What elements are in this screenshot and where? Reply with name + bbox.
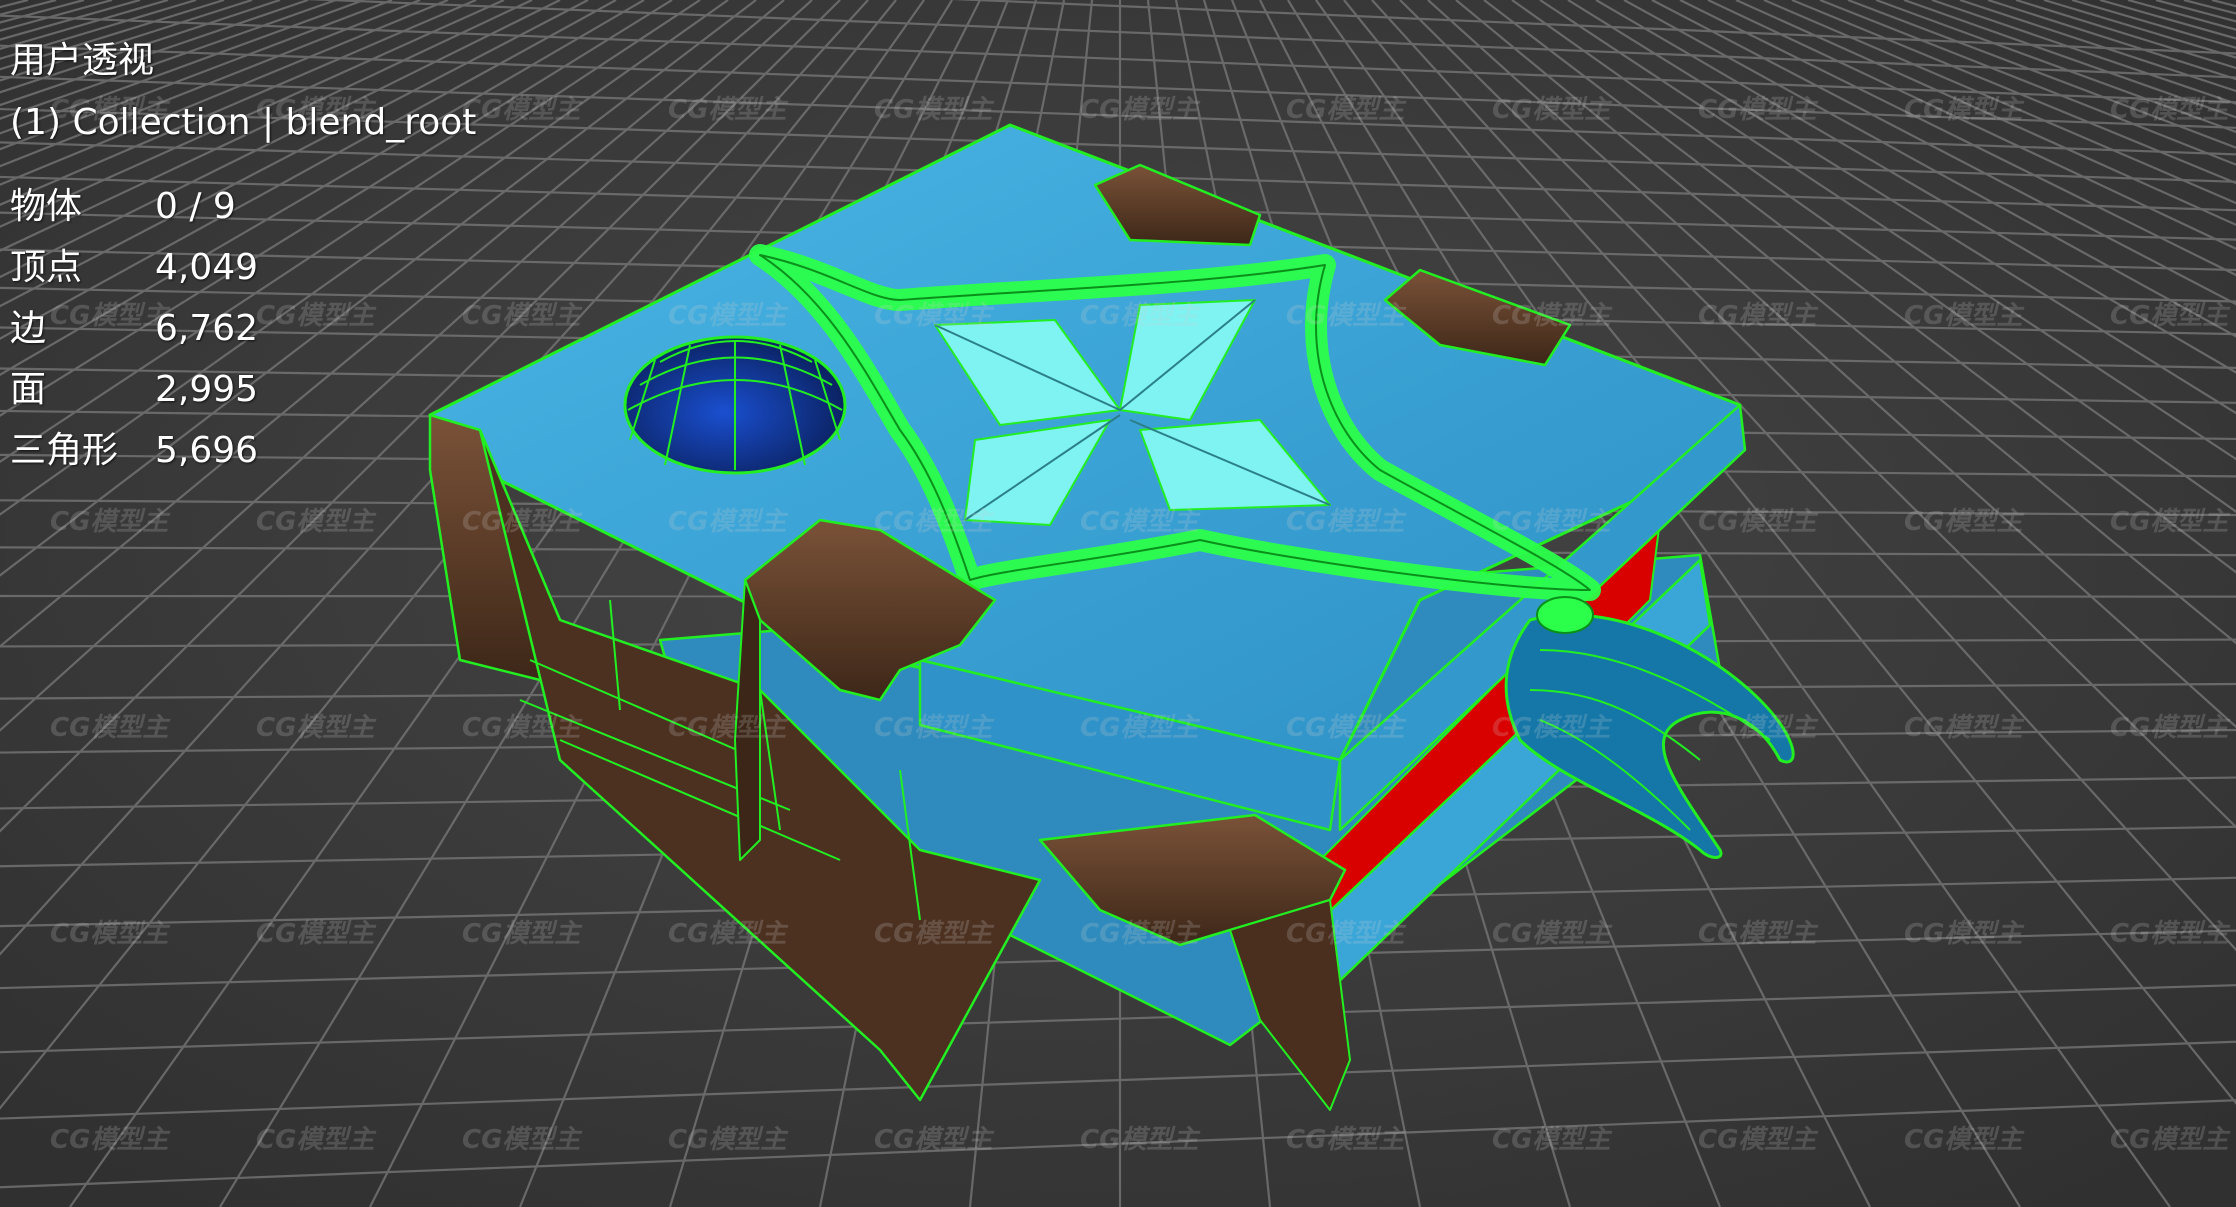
- watermark: CG模型主: [1286, 919, 1407, 949]
- watermark: CG模型主: [2110, 507, 2231, 537]
- watermark: CG模型主: [1080, 95, 1201, 125]
- watermark: CG模型主: [462, 1125, 583, 1155]
- stat-label: 面: [10, 369, 47, 410]
- watermark: CG模型主: [1286, 301, 1407, 331]
- view-name: 用户透视: [10, 40, 155, 81]
- watermark: CG模型主: [256, 1125, 377, 1155]
- watermark: CG模型主: [2110, 713, 2231, 743]
- watermark: CG模型主: [256, 507, 377, 537]
- stat-row-objects: 物体 0 / 9: [10, 176, 476, 237]
- watermark: CG模型主: [1080, 919, 1201, 949]
- watermark: CG模型主: [256, 919, 377, 949]
- stat-value: 0 / 9: [155, 186, 236, 227]
- watermark: CG模型主: [1904, 507, 2025, 537]
- watermark: CG模型主: [668, 301, 789, 331]
- watermark: CG模型主: [1080, 1125, 1201, 1155]
- watermark: CG模型主: [1698, 301, 1819, 331]
- watermark: CG模型主: [2110, 1125, 2231, 1155]
- watermark: CG模型主: [462, 507, 583, 537]
- watermark: CG模型主: [1492, 95, 1613, 125]
- watermark: CG模型主: [2110, 301, 2231, 331]
- dome-gem: [623, 335, 847, 475]
- watermark: CG模型主: [1698, 507, 1819, 537]
- stat-value: 5,696: [155, 430, 259, 471]
- watermark: CG模型主: [256, 713, 377, 743]
- watermark: CG模型主: [1492, 507, 1613, 537]
- watermark: CG模型主: [50, 713, 171, 743]
- watermark: CG模型主: [2110, 95, 2231, 125]
- watermark: CG模型主: [668, 507, 789, 537]
- statistics-panel: 物体 0 / 9 顶点 4,049 边 6,762 面 2,995 三角形 5,…: [10, 176, 476, 481]
- watermark: CG模型主: [1904, 301, 2025, 331]
- watermark: CG模型主: [668, 713, 789, 743]
- watermark: CG模型主: [1080, 507, 1201, 537]
- watermark: CG模型主: [50, 507, 171, 537]
- stat-value: 2,995: [155, 369, 259, 410]
- watermark: CG模型主: [1904, 95, 2025, 125]
- watermark: CG模型主: [462, 95, 583, 125]
- watermark: CG模型主: [462, 713, 583, 743]
- watermark: CG模型主: [874, 1125, 995, 1155]
- stat-value: 4,049: [155, 247, 259, 288]
- stat-row-triangles: 三角形 5,696: [10, 420, 476, 481]
- watermark: CG模型主: [1492, 713, 1613, 743]
- watermark: CG模型主: [462, 919, 583, 949]
- watermark: CG模型主: [874, 507, 995, 537]
- watermark: CG模型主: [874, 919, 995, 949]
- watermark: CG模型主: [668, 95, 789, 125]
- watermark: CG模型主: [1698, 95, 1819, 125]
- watermark: CG模型主: [1492, 919, 1613, 949]
- watermark: CG模型主: [2110, 919, 2231, 949]
- watermark: CG模型主: [1286, 507, 1407, 537]
- watermark: CG模型主: [668, 1125, 789, 1155]
- watermark: CG模型主: [50, 919, 171, 949]
- stat-row-edges: 边 6,762: [10, 298, 476, 359]
- watermark: CG模型主: [1698, 713, 1819, 743]
- stat-label: 三角形: [10, 430, 119, 471]
- watermark: CG模型主: [874, 301, 995, 331]
- stat-value: 6,762: [155, 308, 259, 349]
- stat-label: 边: [10, 308, 47, 349]
- watermark: CG模型主: [1492, 301, 1613, 331]
- watermark: CG模型主: [1904, 919, 2025, 949]
- watermark: CG模型主: [1904, 713, 2025, 743]
- stat-label: 顶点: [10, 247, 83, 288]
- watermark: CG模型主: [1698, 1125, 1819, 1155]
- stat-row-vertices: 顶点 4,049: [10, 237, 476, 298]
- watermark: CG模型主: [1698, 919, 1819, 949]
- stat-row-faces: 面 2,995: [10, 359, 476, 420]
- watermark: CG模型主: [874, 95, 995, 125]
- watermark: CG模型主: [1286, 713, 1407, 743]
- watermark: CG模型主: [668, 919, 789, 949]
- stat-label: 物体: [10, 186, 83, 227]
- watermark: CG模型主: [1286, 1125, 1407, 1155]
- watermark: CG模型主: [462, 301, 583, 331]
- watermark: CG模型主: [1904, 1125, 2025, 1155]
- watermark: CG模型主: [874, 713, 995, 743]
- watermark: CG模型主: [1492, 1125, 1613, 1155]
- watermark: CG模型主: [1080, 713, 1201, 743]
- collection-info: (1) Collection | blend_root: [10, 102, 477, 143]
- watermark: CG模型主: [1286, 95, 1407, 125]
- viewport-overlay: 用户透视 (1) Collection | blend_root 物体 0 / …: [10, 30, 476, 481]
- watermark: CG模型主: [50, 1125, 171, 1155]
- watermark: CG模型主: [1080, 301, 1201, 331]
